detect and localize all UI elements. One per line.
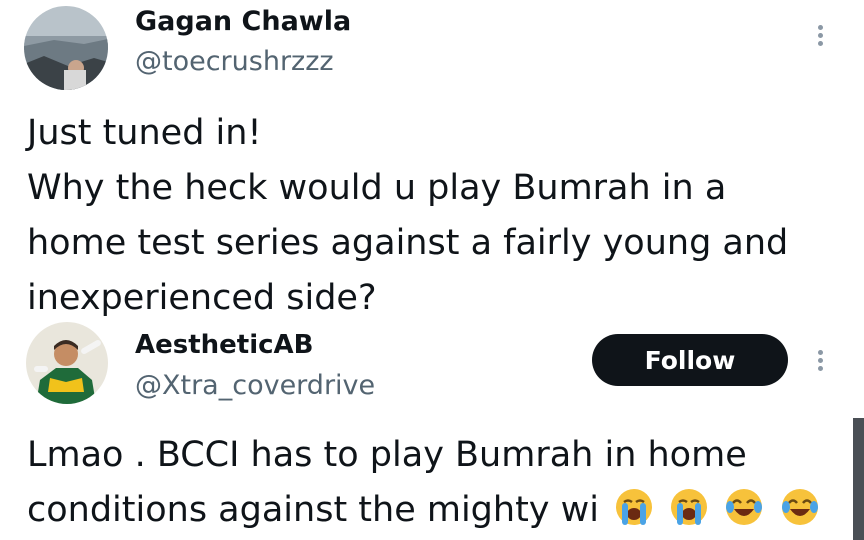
more-options-icon[interactable] — [816, 350, 824, 371]
follow-button[interactable]: Follow — [592, 334, 788, 386]
more-options-icon[interactable] — [816, 25, 824, 46]
face-with-tears-of-joy-icon — [781, 489, 818, 525]
face-with-tears-of-joy-icon — [726, 489, 763, 525]
gagan-chawla-avatar[interactable] — [24, 6, 108, 90]
tweet-body: Just tuned in! Why the heck would u play… — [27, 106, 788, 326]
reply-line: Lmao . BCCI has to play Bumrah in home — [27, 435, 747, 475]
reply-line: conditions against the mighty wi — [27, 490, 599, 530]
tweet-screenshot: Gagan Chawla @toecrushrzzz Just tuned in… — [0, 0, 864, 540]
loudly-crying-face-icon — [616, 489, 653, 525]
author-name[interactable]: Gagan Chawla — [135, 6, 351, 37]
reply-body: Lmao . BCCI has to play Bumrah in home c… — [27, 428, 820, 538]
tweet-line: Just tuned in! — [27, 113, 262, 153]
tweet-line: Why the heck would u play Bumrah in a — [27, 168, 727, 208]
author-handle[interactable]: @toecrushrzzz — [135, 46, 334, 77]
tweet-line: inexperienced side? — [27, 278, 377, 318]
scrollbar[interactable] — [853, 418, 864, 540]
reply-line-with-emojis: conditions against the mighty wi — [27, 483, 820, 538]
tweet-line: home test series against a fairly young … — [27, 223, 789, 263]
loudly-crying-face-icon — [671, 489, 708, 525]
reply-author-handle[interactable]: @Xtra_coverdrive — [135, 370, 375, 401]
reply-author-name[interactable]: AestheticAB — [135, 330, 314, 360]
aestheticab-avatar[interactable] — [26, 322, 108, 404]
